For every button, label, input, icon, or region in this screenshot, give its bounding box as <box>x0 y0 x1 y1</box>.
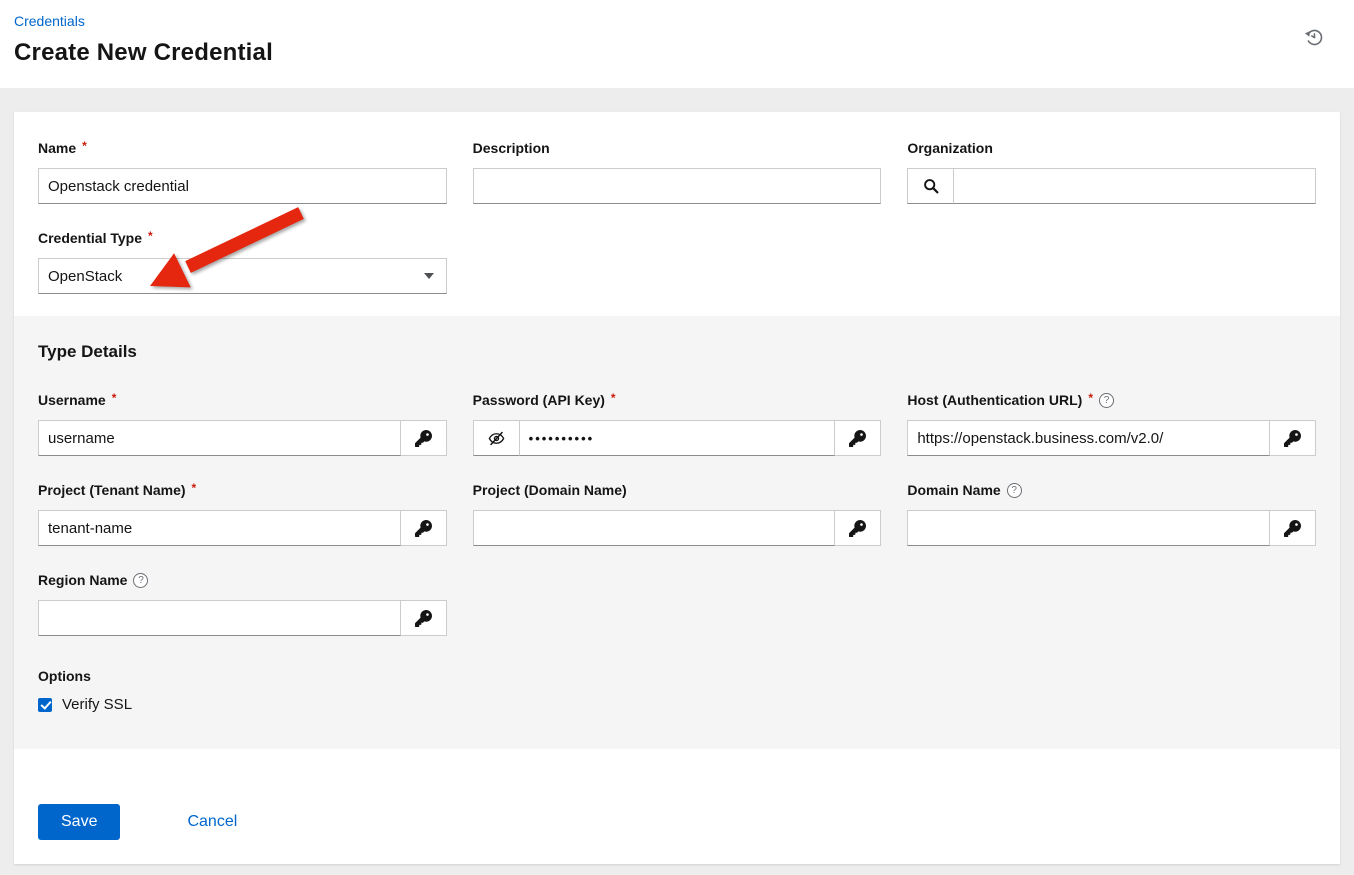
options-heading: Options <box>38 668 1316 684</box>
project-domain-field: Project (Domain Name) <box>473 482 882 546</box>
eye-slash-icon <box>487 429 506 448</box>
password-input[interactable] <box>519 420 836 456</box>
project-tenant-input[interactable] <box>38 510 401 546</box>
organization-label: Organization <box>907 140 993 156</box>
description-field: Description <box>473 140 882 204</box>
name-field: Name * <box>38 140 447 204</box>
domain-name-label: Domain Name <box>907 482 1000 498</box>
project-domain-label: Project (Domain Name) <box>473 482 627 498</box>
region-name-field: Region Name ? <box>38 572 447 636</box>
required-asterisk: * <box>192 481 197 495</box>
organization-input[interactable] <box>953 168 1316 204</box>
host-input[interactable] <box>907 420 1270 456</box>
breadcrumb: Credentials <box>14 13 1332 31</box>
form-actions: Save Cancel <box>14 749 1340 864</box>
key-icon <box>849 430 866 447</box>
username-label: Username <box>38 392 106 408</box>
description-label: Description <box>473 140 550 156</box>
key-icon <box>1284 430 1301 447</box>
name-input[interactable] <box>38 168 447 204</box>
description-input[interactable] <box>473 168 882 204</box>
required-asterisk: * <box>1088 391 1093 405</box>
credential-type-label: Credential Type <box>38 230 142 246</box>
key-icon <box>849 520 866 537</box>
region-name-label: Region Name <box>38 572 127 588</box>
caret-down-icon <box>424 273 434 279</box>
password-label: Password (API Key) <box>473 392 605 408</box>
password-field: Password (API Key) * <box>473 392 882 456</box>
username-field: Username * <box>38 392 447 456</box>
type-details-heading: Type Details <box>38 342 1316 362</box>
help-icon[interactable]: ? <box>133 573 148 588</box>
type-details-section: Type Details Username * <box>14 316 1340 749</box>
username-credential-lookup-button[interactable] <box>401 420 447 456</box>
search-icon <box>923 178 939 194</box>
page-title: Create New Credential <box>14 39 1332 67</box>
domain-name-input[interactable] <box>907 510 1270 546</box>
verify-ssl-row: Verify SSL <box>38 696 1316 713</box>
domain-name-field: Domain Name ? <box>907 482 1316 546</box>
history-icon <box>1304 27 1324 47</box>
credential-type-field: Credential Type * OpenStack <box>38 230 447 294</box>
key-icon <box>415 430 432 447</box>
project-tenant-label: Project (Tenant Name) <box>38 482 186 498</box>
cancel-button[interactable]: Cancel <box>187 813 237 831</box>
key-icon <box>1284 520 1301 537</box>
host-credential-lookup-button[interactable] <box>1270 420 1316 456</box>
history-button[interactable] <box>1302 25 1326 49</box>
required-asterisk: * <box>148 229 153 243</box>
organization-field: Organization <box>907 140 1316 204</box>
domain-name-credential-lookup-button[interactable] <box>1270 510 1316 546</box>
host-field: Host (Authentication URL) * ? <box>907 392 1316 456</box>
save-button[interactable]: Save <box>38 804 120 840</box>
project-domain-credential-lookup-button[interactable] <box>835 510 881 546</box>
key-icon <box>415 520 432 537</box>
page-header: Credentials Create New Credential <box>0 0 1354 88</box>
password-credential-lookup-button[interactable] <box>835 420 881 456</box>
help-icon[interactable]: ? <box>1099 393 1114 408</box>
key-icon <box>415 610 432 627</box>
password-show-hide-button[interactable] <box>473 420 519 456</box>
username-input[interactable] <box>38 420 401 456</box>
project-tenant-field: Project (Tenant Name) * <box>38 482 447 546</box>
verify-ssl-checkbox[interactable] <box>38 698 52 712</box>
project-domain-input[interactable] <box>473 510 836 546</box>
verify-ssl-label: Verify SSL <box>62 696 132 713</box>
name-label: Name <box>38 140 76 156</box>
required-asterisk: * <box>112 391 117 405</box>
help-icon[interactable]: ? <box>1007 483 1022 498</box>
project-tenant-credential-lookup-button[interactable] <box>401 510 447 546</box>
region-name-input[interactable] <box>38 600 401 636</box>
basic-fields-section: Name * Description Organization <box>14 112 1340 316</box>
host-label: Host (Authentication URL) <box>907 392 1082 408</box>
breadcrumb-credentials-link[interactable]: Credentials <box>14 13 85 29</box>
credential-type-value: OpenStack <box>48 268 122 285</box>
create-credential-card: Name * Description Organization <box>14 112 1340 864</box>
region-name-credential-lookup-button[interactable] <box>401 600 447 636</box>
required-asterisk: * <box>82 139 87 153</box>
organization-search-button[interactable] <box>907 168 953 204</box>
credential-type-select[interactable]: OpenStack <box>38 258 447 294</box>
required-asterisk: * <box>611 391 616 405</box>
